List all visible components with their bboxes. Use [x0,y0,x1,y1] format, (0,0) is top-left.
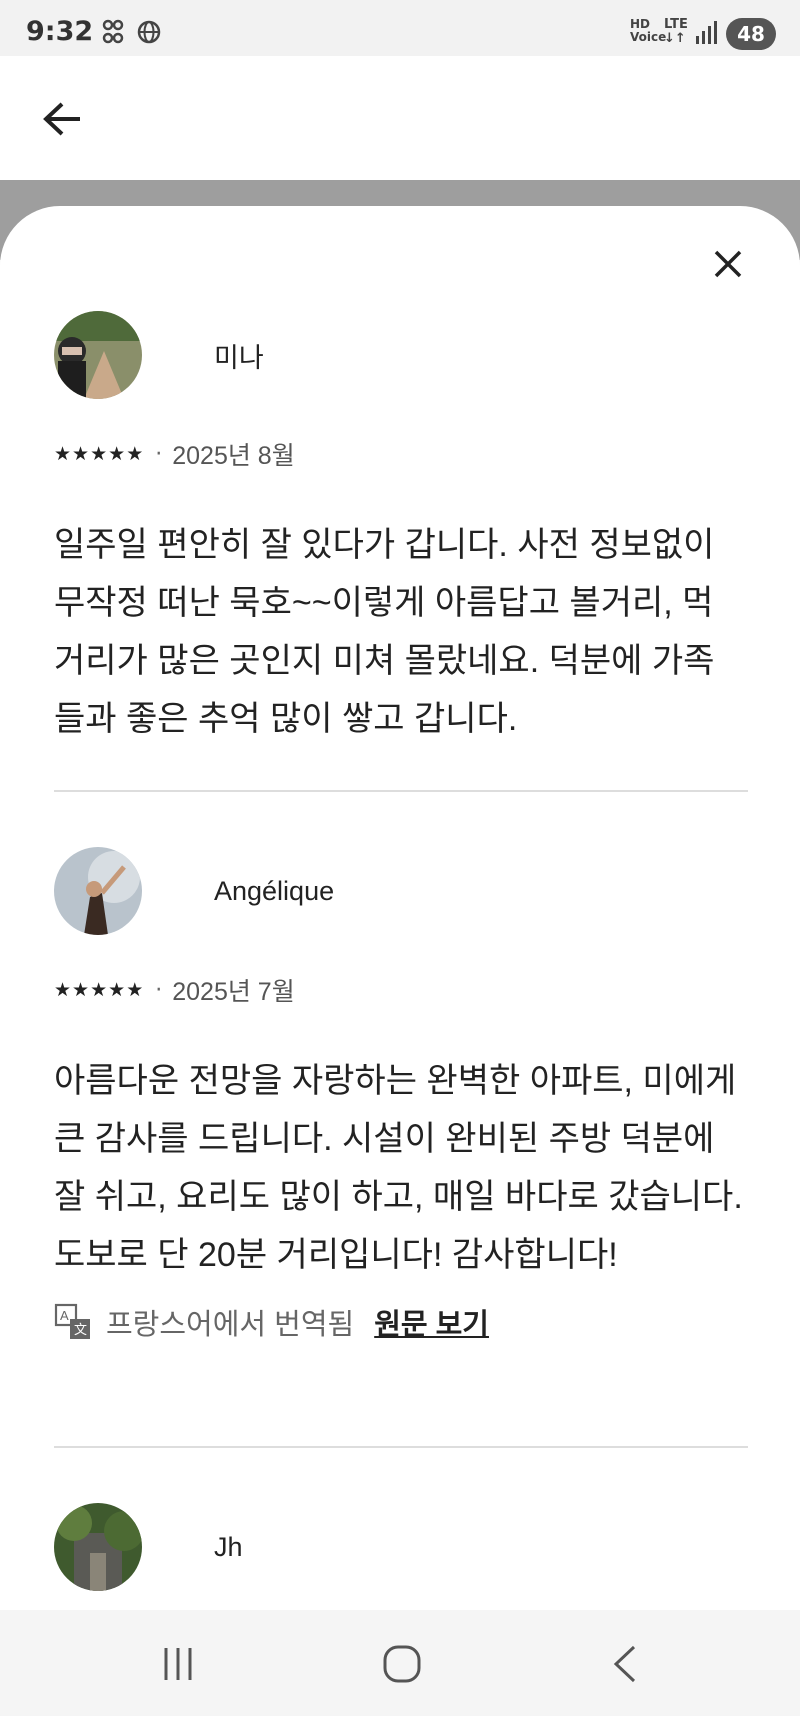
system-back-button[interactable] [596,1640,656,1688]
reviews-sheet: 미나 ★ ★ ★ ★ ★ · 2025년 8월 일주일 편안히 잘 있다가 갑니다. 사… [0,206,800,1610]
star-rating: ★ ★ ★ ★ ★ [54,442,144,465]
reviewer: Jh [54,1502,748,1592]
close-icon [714,250,742,278]
recent-apps-icon [164,1648,192,1680]
view-original-link[interactable]: 원문 보기 [374,1301,489,1343]
globe-icon [136,18,162,46]
reviewer: Angélique [54,846,748,936]
star-icon: ★ [108,442,126,465]
svg-text:文: 文 [74,1322,87,1337]
translate-icon: A文 [54,1303,90,1339]
arrow-left-icon [43,102,80,136]
reviewer-name: Angélique [214,875,335,906]
reviewer-name: Jh [214,1531,243,1562]
avatar[interactable] [54,311,142,399]
link-icon [102,18,124,46]
reviewer: 미나 [54,310,748,400]
review-item: Angélique ★ ★ ★ ★ ★ · 2025년 7월 아름다운 전망을 자랑하는… [54,846,748,1346]
star-icon: ★ [72,978,90,1001]
svg-text:A: A [60,1308,69,1323]
star-icon: ★ [54,978,72,1001]
navigation-bar [0,1610,800,1716]
divider [54,1446,748,1448]
translation-note: A文 프랑스어에서 번역됨 원문 보기 [54,1298,748,1346]
review-item: Jh [54,1502,748,1592]
review-text: 아름다운 전망을 자랑하는 완벽한 아파트, 미에게 큰 감사를 드립니다. 시… [54,1062,743,1274]
status-time: 9:32 [26,16,94,47]
review-item: 미나 ★ ★ ★ ★ ★ · 2025년 8월 일주일 편안히 잘 있다가 갑니다. 사… [54,310,748,748]
recent-apps-button[interactable] [148,1640,208,1688]
home-icon [383,1645,421,1683]
star-rating: ★ ★ ★ ★ ★ [54,978,144,1001]
star-icon: ★ [126,442,144,465]
battery-indicator: 48 [726,18,776,50]
star-icon: ★ [90,978,108,1001]
avatar[interactable] [54,847,142,935]
star-icon: ★ [126,978,144,1001]
divider [54,790,748,792]
review-meta: ★ ★ ★ ★ ★ · 2025년 7월 [54,970,748,1010]
home-button[interactable] [372,1640,432,1688]
review-text: 일주일 편안히 잘 있다가 갑니다. 사전 정보없이 무작정 떠난 묵호~~이렇… [54,526,715,738]
hd-voice-icon: HD Voice [630,17,667,44]
separator-dot: · [155,441,163,467]
star-icon: ★ [54,442,72,465]
back-button[interactable] [34,94,90,144]
status-bar: 9:32 HD Voice LTE ↓↑ 48 [0,0,800,56]
star-icon: ★ [72,442,90,465]
review-meta: ★ ★ ★ ★ ★ · 2025년 8월 [54,434,748,474]
close-button[interactable] [706,242,750,286]
avatar[interactable] [54,1503,142,1591]
reviewer-name: 미나 [214,342,264,373]
lte-icon: LTE ↓↑ [664,17,688,46]
app-header [0,56,800,180]
translated-label: 프랑스어에서 번역됨 [106,1309,355,1341]
star-icon: ★ [90,442,108,465]
star-icon: ★ [108,978,126,1001]
back-icon [613,1645,636,1683]
review-date: 2025년 8월 [172,442,295,470]
review-date: 2025년 7월 [172,978,295,1006]
signal-icon [694,18,718,46]
separator-dot: · [155,977,163,1003]
